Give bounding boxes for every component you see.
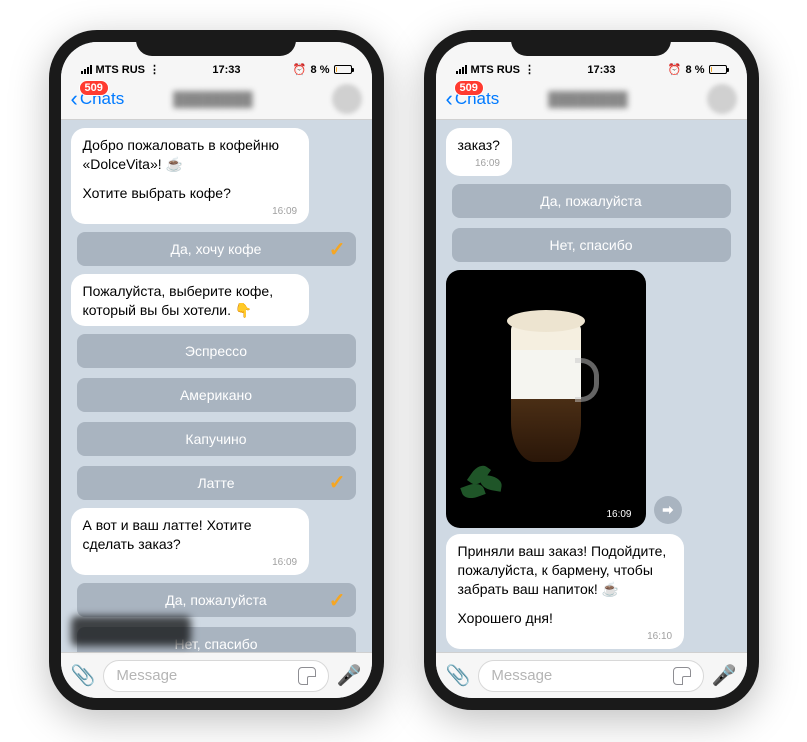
status-time: 17:33	[212, 64, 240, 76]
message-input[interactable]: Message	[478, 660, 703, 692]
msg-text: заказ?	[458, 136, 500, 155]
mic-icon[interactable]: 🎤	[337, 663, 362, 688]
btn-label: Да, пожалуйста	[540, 193, 641, 209]
notch	[136, 30, 296, 56]
timestamp: 16:09	[458, 157, 500, 171]
carrier-label: MTS RUS	[96, 64, 146, 76]
bot-message: Пожалуйста, выберите кофе, который вы бы…	[71, 274, 310, 326]
alarm-icon: ⏰	[668, 63, 682, 76]
placeholder: Message	[116, 667, 177, 684]
chat-header: ‹ Chats 509 ████████	[61, 78, 372, 120]
keyboard-btn-espresso[interactable]: Эспрессо	[77, 334, 356, 368]
btn-label: Капучино	[185, 431, 246, 447]
status-time: 17:33	[587, 64, 615, 76]
wifi-icon: ⋮	[149, 63, 160, 76]
placeholder: Message	[491, 667, 552, 684]
bot-message: А вот и ваш латте! Хотите сделать заказ?…	[71, 508, 310, 575]
latte-image-icon	[511, 322, 581, 462]
bot-message: Добро пожаловать в кофейню «DolceVita»! …	[71, 128, 310, 224]
timestamp: 16:09	[83, 205, 298, 219]
btn-label: Американо	[180, 387, 252, 403]
sticker-icon[interactable]	[298, 667, 316, 685]
messages-scroll[interactable]: Добро пожаловать в кофейню «DolceVita»! …	[61, 120, 372, 652]
chevron-left-icon: ‹	[446, 88, 453, 110]
keyboard-btn-latte[interactable]: Латте ✓	[77, 466, 356, 500]
btn-label: Да, пожалуйста	[165, 592, 266, 608]
avatar[interactable]	[707, 84, 737, 114]
phone-right: MTS RUS ⋮ 17:33 ⏰ 8 % ‹ Chats 509 ██████…	[424, 30, 759, 710]
check-icon: ✓	[329, 588, 346, 613]
avatar[interactable]	[332, 84, 362, 114]
keyboard-btn-yes-coffee[interactable]: Да, хочу кофе ✓	[77, 232, 356, 266]
btn-label: Эспрессо	[185, 343, 247, 359]
signal-icon	[81, 65, 92, 74]
msg-text: Хотите выбрать кофе?	[83, 184, 298, 203]
message-input[interactable]: Message	[103, 660, 328, 692]
keyboard-btn-no-thanks[interactable]: Нет, спасибо	[452, 228, 731, 262]
chat-title-blurred: ████████	[469, 91, 706, 107]
bot-message: заказ? 16:09	[446, 128, 512, 176]
battery-icon	[334, 65, 352, 74]
sticker-icon[interactable]	[673, 667, 691, 685]
attach-icon[interactable]: 📎	[71, 663, 96, 688]
msg-text: Добро пожаловать в кофейню «DolceVita»! …	[83, 136, 298, 174]
timestamp: 16:09	[600, 507, 637, 522]
chat-title-blurred: ████████	[94, 91, 331, 107]
screen: MTS RUS ⋮ 17:33 ⏰ 8 % ‹ Chats 509 ██████…	[61, 42, 372, 698]
btn-label: Латте	[197, 475, 234, 491]
keyboard-btn-yes-please[interactable]: Да, пожалуйста	[452, 184, 731, 218]
btn-label: Да, хочу кофе	[171, 241, 262, 257]
input-bar: 📎 Message 🎤	[61, 652, 372, 698]
signal-icon	[456, 65, 467, 74]
battery-pct: 8 %	[686, 64, 705, 76]
battery-pct: 8 %	[311, 64, 330, 76]
check-icon: ✓	[329, 237, 346, 262]
chevron-left-icon: ‹	[71, 88, 78, 110]
timestamp: 16:09	[83, 556, 298, 570]
keyboard-btn-yes-please[interactable]: Да, пожалуйста ✓	[77, 583, 356, 617]
carrier-label: MTS RUS	[471, 64, 521, 76]
bot-message: Приняли ваш заказ! Подойдите, пожалуйста…	[446, 534, 685, 649]
screen: MTS RUS ⋮ 17:33 ⏰ 8 % ‹ Chats 509 ██████…	[436, 42, 747, 698]
msg-text: Хорошего дня!	[458, 609, 673, 628]
photo-message-row: 16:09	[446, 270, 646, 528]
msg-text: А вот и ваш латте! Хотите сделать заказ?	[83, 516, 298, 554]
forward-button[interactable]	[654, 496, 682, 524]
attach-icon[interactable]: 📎	[446, 663, 471, 688]
check-icon: ✓	[329, 470, 346, 495]
timestamp: 16:10	[458, 630, 673, 644]
btn-label: Нет, спасибо	[549, 237, 632, 253]
chat-header: ‹ Chats 509 ████████	[436, 78, 747, 120]
input-bar: 📎 Message 🎤	[436, 652, 747, 698]
keyboard-btn-cappuccino[interactable]: Капучино	[77, 422, 356, 456]
battery-icon	[709, 65, 727, 74]
blur-overlay	[71, 616, 191, 646]
messages-scroll[interactable]: заказ? 16:09 Да, пожалуйста Нет, спасибо…	[436, 120, 747, 652]
msg-text: Пожалуйста, выберите кофе, который вы бы…	[83, 282, 298, 320]
photo-message[interactable]: 16:09	[446, 270, 646, 528]
msg-text: Приняли ваш заказ! Подойдите, пожалуйста…	[458, 542, 673, 599]
wifi-icon: ⋮	[524, 63, 535, 76]
phone-left: MTS RUS ⋮ 17:33 ⏰ 8 % ‹ Chats 509 ██████…	[49, 30, 384, 710]
mint-leaves-icon	[462, 458, 518, 498]
keyboard-btn-americano[interactable]: Американо	[77, 378, 356, 412]
alarm-icon: ⏰	[293, 63, 307, 76]
notch	[511, 30, 671, 56]
mic-icon[interactable]: 🎤	[712, 663, 737, 688]
